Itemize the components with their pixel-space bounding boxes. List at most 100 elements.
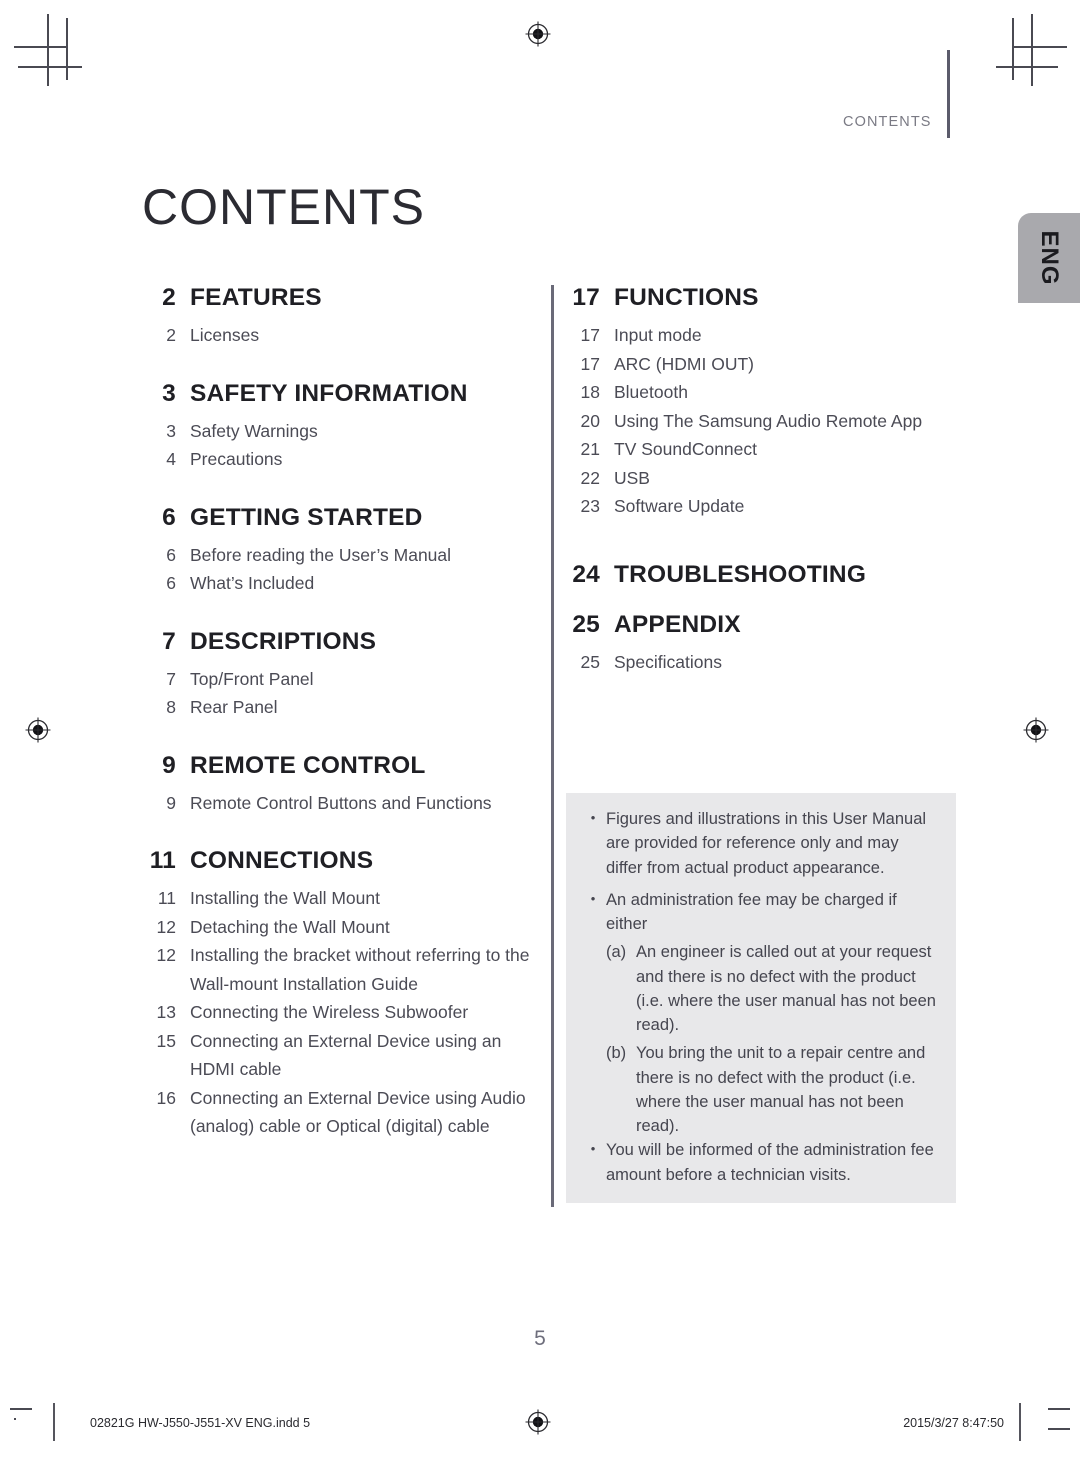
note-text: Figures and illustrations in this User M… [606,810,927,877]
print-timestamp: 2015/3/27 8:47:50 [903,1416,1004,1430]
toc-group: 7 DESCRIPTIONS 7 Top/Front Panel 8 Rear … [142,628,532,722]
running-head: CONTENTS [843,114,932,130]
toc-entry-page: 15 [156,1030,176,1051]
toc-entry[interactable]: 9 Remote Control Buttons and Functions [142,789,532,818]
toc-entry-label: Safety Warnings [190,420,318,441]
bullet-icon: • [590,890,596,906]
toc-group: 24 TROUBLESHOOTING [566,561,966,589]
toc-section-heading[interactable]: 2 FEATURES [142,284,532,312]
toc-entry[interactable]: 6 Before reading the User’s Manual [142,541,532,570]
toc-entry[interactable]: 20 Using The Samsung Audio Remote App [566,407,966,436]
toc-entry[interactable]: 16 Connecting an External Device using A… [142,1084,532,1141]
toc-entry[interactable]: 2 Licenses [142,321,532,350]
toc-group: 3 SAFETY INFORMATION 3 Safety Warnings 4… [142,380,532,474]
toc-entry-page: 6 [166,573,176,594]
toc-entry-page: 12 [156,916,176,937]
registration-mark-top [524,20,552,48]
toc-column-right: 17 FUNCTIONS 17 Input mode 17 ARC (HDMI … [566,284,966,676]
note-subitem: (b) You bring the unit to a repair centr… [580,1041,938,1138]
toc-section-page: 25 [572,610,600,638]
toc-entry-page: 21 [580,439,600,460]
toc-entry-label: Software Update [614,496,745,517]
toc-entry[interactable]: 25 Specifications [566,648,966,677]
toc-entry-label: Installing the bracket without referring… [190,945,530,994]
registration-mark-left [24,716,52,744]
toc-group: 17 FUNCTIONS 17 Input mode 17 ARC (HDMI … [566,284,966,521]
toc-entry-label: Top/Front Panel [190,668,314,689]
toc-entry[interactable]: 17 Input mode [566,321,966,350]
crop-mark-top-left-v1 [47,14,49,86]
toc-section-heading[interactable]: 24 TROUBLESHOOTING [566,561,966,589]
toc-entry[interactable]: 6 What’s Included [142,569,532,598]
toc-entry-page: 20 [580,410,600,431]
note-item: • Figures and illustrations in this User… [580,807,938,880]
toc-entry[interactable]: 4 Precautions [142,445,532,474]
toc-section-title: APPENDIX [614,610,741,638]
toc-entry[interactable]: 3 Safety Warnings [142,417,532,446]
toc-section-page: 2 [162,284,176,311]
note-subitem-marker: (b) [606,1044,627,1063]
toc-entry[interactable]: 17 ARC (HDMI OUT) [566,350,966,379]
note-subitem-text: An engineer is called out at your reques… [636,943,936,1034]
toc-entry[interactable]: 21 TV SoundConnect [566,435,966,464]
toc-section-title: DESCRIPTIONS [190,627,377,655]
toc-section-heading[interactable]: 11 CONNECTIONS [142,847,532,875]
toc-entry-page: 16 [156,1087,176,1108]
bullet-icon: • [590,1141,596,1157]
crop-mark-top-right-v2 [1012,18,1014,80]
toc-entry[interactable]: 11 Installing the Wall Mount [142,884,532,913]
toc-section-heading[interactable]: 3 SAFETY INFORMATION [142,380,532,408]
registration-mark-right [1022,716,1050,744]
toc-section-heading[interactable]: 6 GETTING STARTED [142,504,532,532]
toc-column-left: 2 FEATURES 2 Licenses 3 SAFETY INFORMATI… [142,284,532,1141]
toc-entry[interactable]: 13 Connecting the Wireless Subwoofer [142,998,532,1027]
crop-mark-top-left-h2 [18,66,82,68]
toc-entry-label: Remote Control Buttons and Functions [190,792,492,813]
running-head-rule [947,50,950,138]
toc-entry-label: Using The Samsung Audio Remote App [614,410,923,431]
toc-group: 11 CONNECTIONS 11 Installing the Wall Mo… [142,847,532,1141]
note-subitem: (a) An engineer is called out at your re… [580,940,938,1037]
toc-entry-label: Specifications [614,651,722,672]
note-item: • An administration fee may be charged i… [580,888,938,937]
toc-entry[interactable]: 7 Top/Front Panel [142,665,532,694]
toc-section-title: TROUBLESHOOTING [614,560,867,588]
manual-page: CONTENTS CONTENTS ENG 2 FEATURES 2 Licen… [0,0,1080,1476]
toc-group: 9 REMOTE CONTROL 9 Remote Control Button… [142,752,532,818]
toc-entry-label: What’s Included [190,573,315,594]
toc-entry-label: Before reading the User’s Manual [190,544,452,565]
note-text: An administration fee may be charged if … [606,890,897,933]
toc-entry-page: 3 [166,420,176,441]
toc-section-heading[interactable]: 17 FUNCTIONS [566,284,966,312]
registration-mark-icon [1023,717,1049,743]
toc-entry-page: 12 [156,945,176,966]
bullet-icon: • [590,810,596,825]
crop-mark-top-left-h1 [14,46,66,48]
toc-entry-page: 17 [580,353,600,374]
toc-section-page: 7 [162,627,176,655]
toc-group: 25 APPENDIX 25 Specifications [566,611,966,677]
toc-entry[interactable]: 8 Rear Panel [142,693,532,722]
toc-entry-page: 13 [156,1002,176,1023]
toc-entry-label: Rear Panel [190,697,278,718]
toc-entry-label: Licenses [190,325,260,345]
toc-entry[interactable]: 12 Detaching the Wall Mount [142,913,532,942]
print-file-name: 02821G HW-J550-J551-XV ENG.indd 5 [90,1416,311,1430]
note-subitem-text: You bring the unit to a repair centre an… [636,1044,926,1135]
toc-entry[interactable]: 15 Connecting an External Device using a… [142,1027,532,1084]
toc-section-heading[interactable]: 9 REMOTE CONTROL [142,752,532,780]
footer-rule-left [53,1403,55,1441]
toc-entry[interactable]: 22 USB [566,464,966,493]
crop-mark-bottom-right-h [1048,1408,1070,1410]
toc-entry[interactable]: 12 Installing the bracket without referr… [142,941,532,998]
page-number: 5 [534,1327,546,1350]
note-text: You will be informed of the administrati… [606,1141,934,1184]
toc-section-heading[interactable]: 25 APPENDIX [566,611,966,639]
crop-mark-top-right-v1 [1031,14,1033,86]
toc-section-heading[interactable]: 7 DESCRIPTIONS [142,628,532,656]
toc-entry[interactable]: 23 Software Update [566,492,966,521]
crop-mark-top-right-h1 [1013,46,1067,48]
toc-entry[interactable]: 18 Bluetooth [566,378,966,407]
